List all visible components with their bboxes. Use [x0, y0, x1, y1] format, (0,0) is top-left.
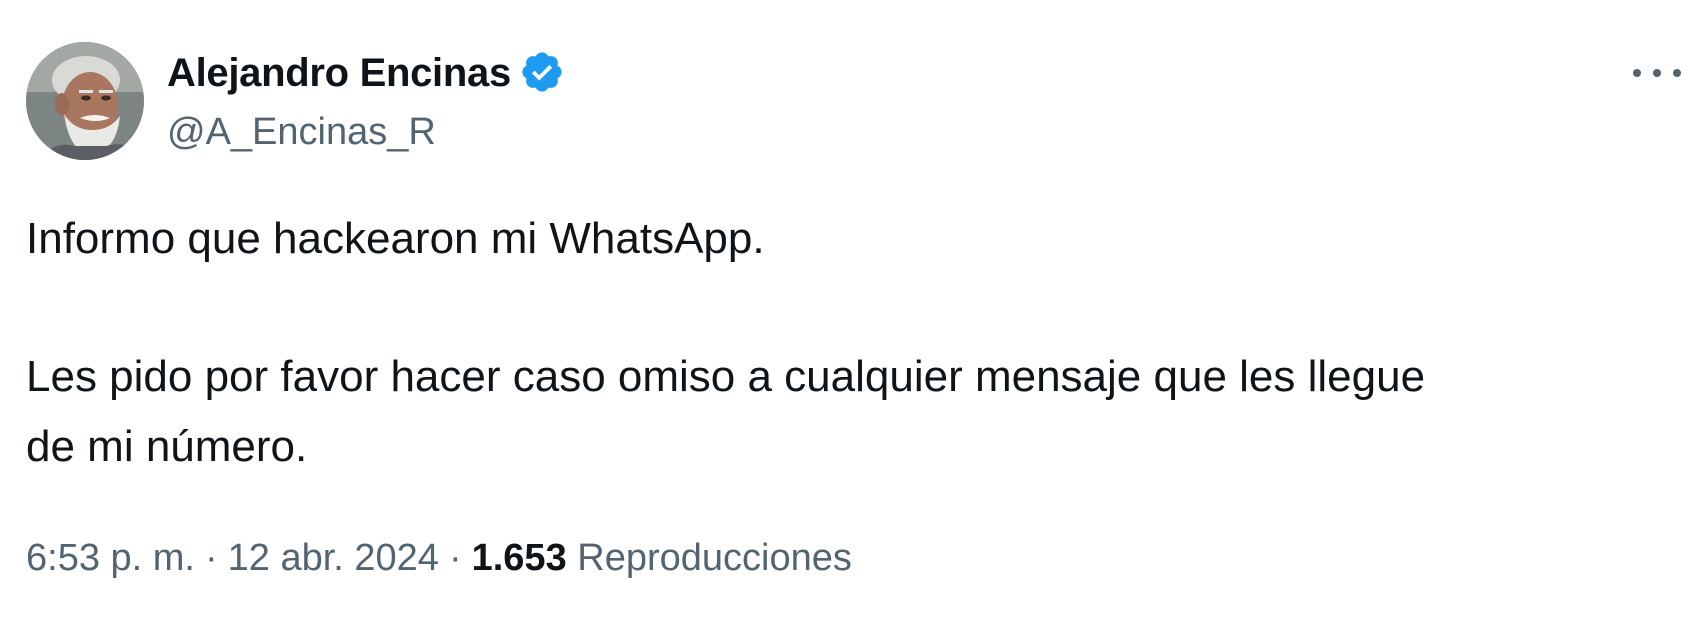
- verified-badge-icon[interactable]: [519, 49, 565, 95]
- tweet-text-line: de mi número.: [26, 422, 308, 471]
- more-horizontal-icon-dot: [1673, 69, 1681, 77]
- more-horizontal-icon-dot: [1633, 69, 1641, 77]
- author-name[interactable]: Alejandro Encinas: [167, 47, 565, 99]
- tweet-meta: 6:53 p. m. · 12 abr. 2024 · 1.653 Reproducci…: [26, 532, 852, 584]
- separator: ·: [448, 537, 462, 579]
- tweet-card: Alejandro Encinas @A_Encinas_R Informo q…: [0, 0, 1703, 620]
- views-label[interactable]: Reproducciones: [577, 537, 852, 579]
- tweet-time[interactable]: 6:53 p. m.: [26, 537, 195, 579]
- more-options-button[interactable]: [1633, 56, 1681, 90]
- author-handle[interactable]: @A_Encinas_R: [167, 107, 436, 157]
- author-avatar[interactable]: [26, 42, 144, 160]
- views-count: 1.653: [471, 537, 567, 579]
- tweet-text-line: Informo que hackearon mi WhatsApp.: [26, 214, 765, 263]
- tweet-date[interactable]: 12 abr. 2024: [228, 537, 439, 579]
- author-name-text: Alejandro Encinas: [167, 51, 511, 95]
- more-horizontal-icon-dot: [1653, 69, 1661, 77]
- avatar-photo: [26, 42, 144, 160]
- separator: ·: [204, 537, 218, 579]
- tweet-text-line: Les pido por favor hacer caso omiso a cu…: [26, 352, 1426, 401]
